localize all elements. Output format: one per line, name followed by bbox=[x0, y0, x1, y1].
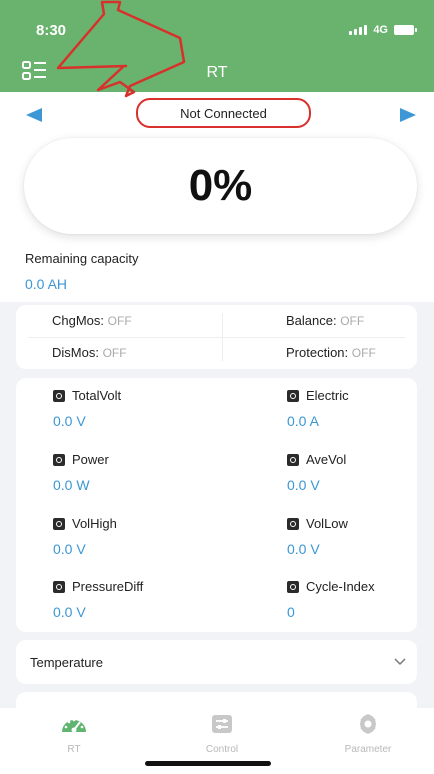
metric-label: Power bbox=[72, 452, 109, 467]
battery-percent: 0% bbox=[188, 161, 253, 210]
balance-value: OFF bbox=[340, 314, 365, 328]
network-label: 4G bbox=[373, 24, 388, 36]
metric-label: Cycle-Index bbox=[306, 579, 375, 594]
pressure-diff-icon bbox=[53, 580, 65, 593]
voltage-icon bbox=[53, 389, 65, 402]
dismos-label: DisMos: bbox=[52, 345, 99, 360]
metric-total-volt: TotalVolt 0.0 V bbox=[53, 388, 121, 429]
chgmos-status: ChgMos: OFF bbox=[52, 313, 132, 328]
remaining-capacity-label: Remaining capacity bbox=[25, 251, 139, 266]
remaining-capacity-value: 0.0 AH bbox=[25, 276, 68, 292]
metric-value: 0.0 V bbox=[53, 413, 86, 429]
metrics-card: TotalVolt 0.0 V Electric 0.0 A Power 0.0… bbox=[16, 378, 417, 632]
metric-value: 0 bbox=[287, 604, 295, 620]
home-indicator[interactable] bbox=[145, 761, 271, 766]
chgmos-value: OFF bbox=[107, 314, 132, 328]
voltage-low-icon bbox=[287, 517, 299, 530]
metric-label: AveVol bbox=[306, 452, 347, 467]
chevron-down-icon[interactable] bbox=[393, 654, 407, 668]
tab-label: RT bbox=[67, 744, 81, 755]
tab-parameter[interactable]: Parameter bbox=[318, 714, 418, 755]
tab-label: Control bbox=[205, 744, 239, 755]
metric-pressure-diff: PressureDiff 0.0 V bbox=[53, 579, 143, 620]
balance-status: Balance: OFF bbox=[286, 313, 364, 328]
divider bbox=[28, 337, 405, 338]
chgmos-label: ChgMos: bbox=[52, 313, 105, 328]
metric-power: Power 0.0 W bbox=[53, 452, 109, 493]
battery-icon bbox=[394, 25, 417, 35]
status-indicators: 4G bbox=[349, 24, 417, 36]
tab-control[interactable]: Control bbox=[172, 714, 272, 755]
balance-label: Balance: bbox=[286, 313, 337, 328]
metric-value: 0.0 V bbox=[287, 541, 320, 557]
gear-icon bbox=[360, 714, 376, 734]
connection-status[interactable]: Not Connected bbox=[136, 98, 311, 128]
metric-vol-low: VolLow 0.0 V bbox=[287, 516, 348, 557]
current-icon bbox=[287, 389, 299, 402]
divider bbox=[222, 313, 223, 361]
metric-label: PressureDiff bbox=[72, 579, 144, 594]
temperature-section[interactable]: Temperature bbox=[16, 640, 417, 684]
dismos-value: OFF bbox=[102, 346, 127, 360]
cycle-icon bbox=[287, 580, 299, 593]
temperature-label: Temperature bbox=[30, 655, 103, 670]
arrow-left-icon[interactable] bbox=[26, 108, 42, 122]
protection-label: Protection: bbox=[286, 345, 349, 360]
battery-percent-card: 0% bbox=[24, 138, 417, 234]
bottom-tab-bar: RT Control Parameter bbox=[0, 708, 434, 774]
metric-label: TotalVolt bbox=[72, 388, 122, 403]
app-header: 8:30 4G RT bbox=[0, 0, 434, 92]
next-section-card bbox=[16, 692, 417, 708]
metric-label: VolLow bbox=[306, 516, 348, 531]
metric-label: VolHigh bbox=[72, 516, 117, 531]
metric-value: 0.0 V bbox=[53, 604, 86, 620]
sliders-icon bbox=[212, 715, 232, 733]
metric-value: 0.0 A bbox=[287, 413, 319, 429]
status-time: 8:30 bbox=[36, 22, 67, 39]
metric-electric: Electric 0.0 A bbox=[287, 388, 349, 429]
gauge-icon bbox=[62, 718, 86, 733]
metric-vol-high: VolHigh 0.0 V bbox=[53, 516, 117, 557]
metric-label: Electric bbox=[306, 388, 349, 403]
metric-value: 0.0 W bbox=[53, 477, 90, 493]
tab-rt[interactable]: RT bbox=[24, 714, 124, 755]
metric-cycle-index: Cycle-Index 0 bbox=[287, 579, 375, 620]
mos-status-card: ChgMos: OFF Balance: OFF DisMos: OFF Pro… bbox=[16, 305, 417, 369]
voltage-high-icon bbox=[53, 517, 65, 530]
metric-value: 0.0 V bbox=[53, 541, 86, 557]
dismos-status: DisMos: OFF bbox=[52, 345, 127, 360]
protection-status: Protection: OFF bbox=[286, 345, 376, 360]
average-voltage-icon bbox=[287, 453, 299, 466]
metric-value: 0.0 V bbox=[287, 477, 320, 493]
tab-label: Parameter bbox=[344, 744, 392, 755]
power-icon bbox=[53, 453, 65, 466]
protection-value: OFF bbox=[351, 346, 376, 360]
page-title: RT bbox=[206, 64, 228, 81]
arrow-right-icon[interactable] bbox=[400, 108, 416, 122]
signal-icon bbox=[349, 25, 368, 35]
connection-status-text: Not Connected bbox=[180, 105, 267, 121]
metric-ave-vol: AveVol 0.0 V bbox=[287, 452, 346, 493]
